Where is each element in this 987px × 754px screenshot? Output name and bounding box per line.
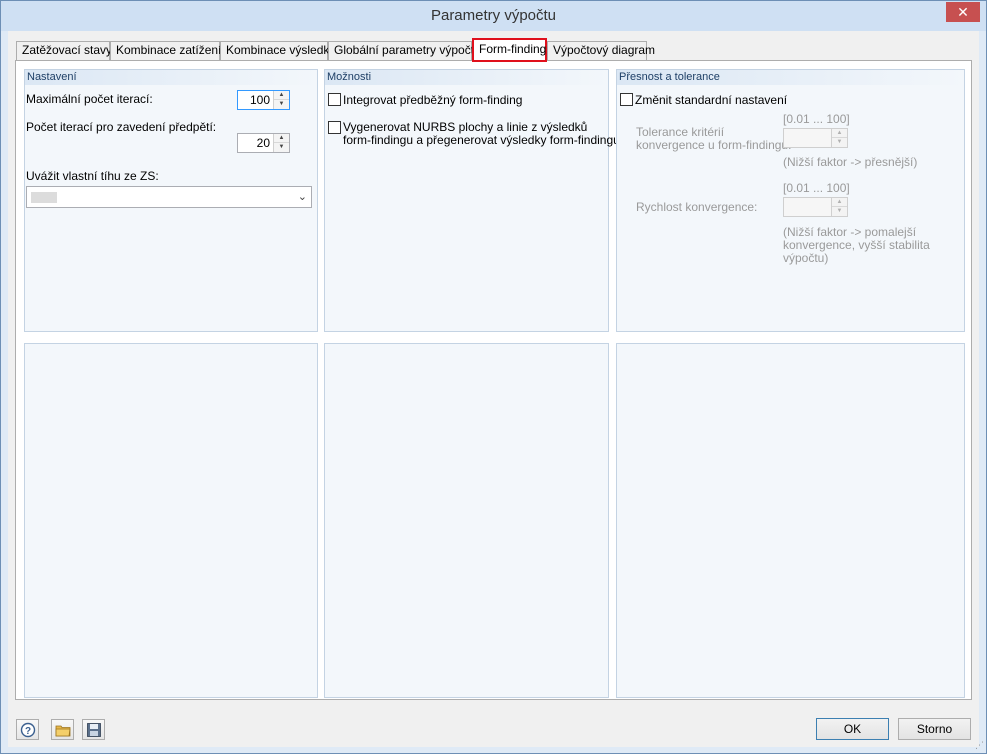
form-finding-tab-page: Nastavení Maximální počet iterací: ▲ ▼ P…: [15, 60, 972, 700]
options-group-header: Možnosti: [325, 70, 608, 85]
open-folder-icon: [55, 725, 70, 736]
precision-tolerance-group: Přesnost a tolerance Změnit standardní n…: [616, 69, 965, 332]
tolerance-range-label: [0.01 ... 100]: [783, 112, 850, 126]
generate-nurbs-label-line2[interactable]: form-findingu a přegenerovat výsledky fo…: [343, 133, 620, 147]
resize-grip-icon[interactable]: ⋰: [975, 740, 984, 751]
chevron-down-icon[interactable]: ⌄: [298, 190, 307, 203]
integrate-form-finding-checkbox[interactable]: [328, 93, 341, 106]
dialog-client-area: Zatěžovací stavy Kombinace zatížení Komb…: [8, 31, 979, 747]
save-button[interactable]: [82, 719, 105, 740]
max-iterations-stepper[interactable]: ▲ ▼: [237, 90, 290, 110]
speed-hint-line3: výpočtu): [783, 251, 829, 265]
tolerance-label-line2: konvergence u form-findingu:: [636, 138, 792, 152]
svg-text:?: ?: [24, 726, 30, 737]
tab-load-cases[interactable]: Zatěžovací stavy: [16, 41, 112, 60]
generate-nurbs-checkbox[interactable]: [328, 121, 341, 134]
settings-group: Nastavení Maximální počet iterací: ▲ ▼ P…: [24, 69, 318, 332]
close-button[interactable]: ✕: [946, 2, 980, 22]
settings-group-header: Nastavení: [25, 70, 317, 85]
prestress-iterations-stepper[interactable]: ▲ ▼: [237, 133, 290, 153]
self-weight-label: Uvážit vlastní tíhu ze ZS:: [26, 169, 159, 183]
tolerance-input[interactable]: [784, 129, 832, 147]
tolerance-stepper[interactable]: ▲ ▼: [783, 128, 848, 148]
spin-up-icon[interactable]: ▲: [274, 134, 289, 143]
tab-form-finding[interactable]: Form-finding: [472, 38, 547, 62]
spin-down-icon[interactable]: ▼: [274, 143, 289, 152]
tab-load-combinations[interactable]: Kombinace zatížení: [110, 41, 221, 60]
self-weight-selected-value: [31, 192, 57, 203]
convergence-speed-label: Rychlost konvergence:: [636, 200, 758, 214]
speed-range-label: [0.01 ... 100]: [783, 181, 850, 195]
spin-down-icon[interactable]: ▼: [832, 138, 847, 147]
self-weight-load-case-select[interactable]: ⌄: [26, 186, 312, 208]
prestress-iterations-input[interactable]: [238, 134, 274, 152]
tolerance-hint: (Nižší faktor -> přesnější): [783, 155, 918, 169]
help-icon: ?: [20, 722, 35, 737]
empty-panel-left: [24, 343, 318, 698]
cancel-button[interactable]: Storno: [898, 718, 971, 740]
empty-panel-middle: [324, 343, 609, 698]
generate-nurbs-label-line1[interactable]: Vygenerovat NURBS plochy a linie z výsle…: [343, 120, 587, 134]
max-iterations-label: Maximální počet iterací:: [26, 92, 153, 106]
save-icon: [86, 722, 101, 737]
convergence-speed-input[interactable]: [784, 198, 832, 216]
convergence-speed-stepper[interactable]: ▲ ▼: [783, 197, 848, 217]
open-button[interactable]: [51, 719, 74, 740]
ok-button[interactable]: OK: [816, 718, 889, 740]
integrate-form-finding-label[interactable]: Integrovat předběžný form-finding: [343, 93, 522, 107]
empty-panel-right: [616, 343, 965, 698]
tab-result-combinations[interactable]: Kombinace výsledků: [220, 41, 336, 60]
prestress-iterations-label: Počet iterací pro zavedení předpětí:: [26, 120, 217, 134]
change-defaults-label[interactable]: Změnit standardní nastavení: [635, 93, 787, 107]
tab-global-parameters[interactable]: Globální parametry výpočtu: [328, 41, 481, 60]
title-bar[interactable]: Parametry výpočtu ✕: [1, 1, 986, 31]
window-title: Parametry výpočtu: [430, 7, 557, 24]
dialog-window: Parametry výpočtu ✕ Zatěžovací stavy Kom…: [0, 0, 987, 754]
change-defaults-checkbox[interactable]: [620, 93, 633, 106]
spin-up-icon[interactable]: ▲: [274, 91, 289, 100]
spin-down-icon[interactable]: ▼: [274, 100, 289, 109]
spin-up-icon[interactable]: ▲: [832, 198, 847, 207]
spin-up-icon[interactable]: ▲: [832, 129, 847, 138]
speed-hint-line2: konvergence, vyšší stabilita: [783, 238, 930, 252]
speed-hint-line1: (Nižší faktor -> pomalejší: [783, 225, 917, 239]
spin-down-icon[interactable]: ▼: [832, 207, 847, 216]
max-iterations-input[interactable]: [238, 91, 274, 109]
tab-calculation-diagram[interactable]: Výpočtový diagram: [547, 41, 655, 60]
tolerance-label-line1: Tolerance kritérií: [636, 125, 725, 139]
precision-group-header: Přesnost a tolerance: [617, 70, 964, 85]
options-group: Možnosti Integrovat předběžný form-findi…: [324, 69, 620, 332]
help-button[interactable]: ?: [16, 719, 39, 740]
